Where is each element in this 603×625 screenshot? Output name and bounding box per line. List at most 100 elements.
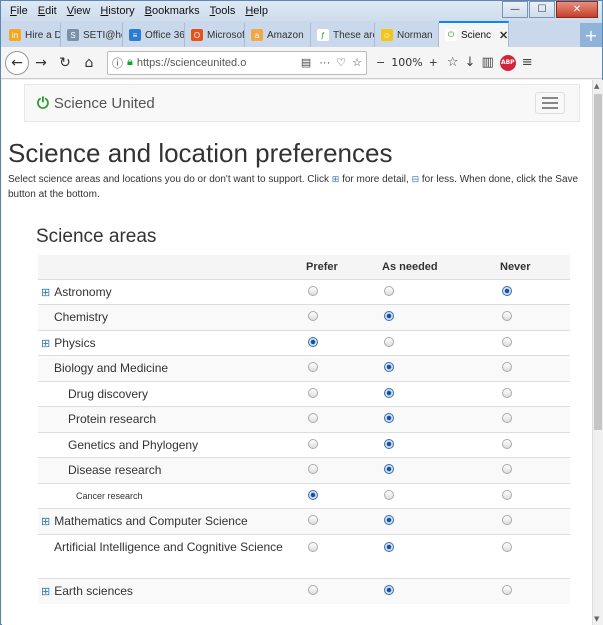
radio-prefer[interactable] (308, 489, 318, 500)
radio-never[interactable] (502, 336, 512, 347)
radio-cell-as-needed (382, 508, 500, 534)
tab-7[interactable]: ⏻ Scienc ✕ (439, 21, 509, 47)
radio-prefer[interactable] (308, 362, 318, 373)
reader-view-icon[interactable]: ▤ (301, 56, 311, 69)
home-button[interactable]: ⌂ (77, 51, 101, 75)
maximize-button[interactable]: ☐ (529, 1, 555, 18)
minimize-button[interactable]: — (502, 1, 528, 18)
radio-never[interactable] (502, 489, 512, 500)
radio-prefer[interactable] (308, 336, 318, 347)
radio-as-needed[interactable] (384, 362, 394, 373)
tab-0[interactable]: in Hire a De (3, 23, 61, 47)
radio-as-needed[interactable] (384, 515, 394, 526)
plus-square-icon[interactable]: ⊞ (41, 338, 50, 350)
info-icon[interactable]: ⓘ (112, 55, 123, 71)
tab-label: These are (333, 29, 375, 41)
pocket-icon[interactable]: ♡ (336, 56, 346, 69)
radio-prefer[interactable] (308, 311, 318, 322)
radio-cell-never (500, 577, 570, 604)
menu-file[interactable]: File (5, 5, 33, 17)
new-tab-button[interactable]: + (580, 23, 602, 47)
radio-as-needed[interactable] (384, 489, 394, 500)
radio-prefer[interactable] (308, 541, 318, 552)
menu-icon[interactable]: ≡ (522, 55, 533, 70)
radio-never[interactable] (502, 541, 512, 552)
radio-as-needed[interactable] (384, 311, 394, 322)
table-row: Protein research (38, 406, 570, 432)
radio-prefer[interactable] (308, 285, 318, 296)
radio-as-needed[interactable] (384, 336, 394, 347)
tab-favicon-icon: ƒ (317, 29, 329, 41)
bookmark-star-icon[interactable]: ☆ (352, 56, 362, 69)
close-window-button[interactable]: ✕ (556, 1, 598, 18)
radio-never[interactable] (502, 413, 512, 424)
url-text[interactable]: https://scienceunited.o (137, 57, 246, 69)
radio-prefer[interactable] (308, 464, 318, 475)
downloads-icon[interactable]: ↓ (465, 55, 476, 70)
area-name-cell[interactable]: ⊞ Physics (38, 329, 306, 356)
tab-2[interactable]: ≡ Office 36 (123, 23, 185, 47)
zoom-level[interactable]: 100% (388, 56, 425, 69)
radio-never[interactable] (502, 515, 512, 526)
radio-as-needed[interactable] (384, 585, 394, 595)
science-areas-table: Prefer As needed Never ⊞ Astronomy Chemist… (38, 255, 570, 604)
radio-prefer[interactable] (308, 387, 318, 398)
tab-1[interactable]: S SETI@ho (61, 23, 123, 47)
radio-as-needed[interactable] (384, 285, 394, 296)
forward-button[interactable]: → (29, 51, 53, 75)
radio-prefer[interactable] (308, 585, 318, 595)
radio-never[interactable] (502, 585, 512, 595)
scroll-down-icon[interactable]: ▼ (594, 615, 599, 623)
plus-square-icon[interactable]: ⊞ (41, 287, 50, 299)
scrollbar-thumb[interactable] (594, 94, 602, 430)
radio-never[interactable] (502, 387, 512, 398)
plus-square-icon[interactable]: ⊞ (41, 586, 50, 598)
area-name-cell[interactable]: ⊞ Astronomy (38, 278, 306, 305)
radio-as-needed[interactable] (384, 464, 394, 475)
radio-as-needed[interactable] (384, 413, 394, 424)
table-row: Biology and Medicine (38, 355, 570, 381)
brand-link[interactable]: ⏻ Science United (37, 95, 155, 112)
menu-view[interactable]: View (62, 5, 96, 17)
close-tab-icon[interactable]: ✕ (499, 29, 508, 42)
zoom-out-button[interactable]: − (373, 56, 388, 69)
bookmarks-menu-icon[interactable]: ☆ (447, 55, 459, 70)
radio-never[interactable] (502, 464, 512, 475)
menu-tools[interactable]: Tools (205, 5, 241, 17)
nav-toggle-button[interactable] (535, 92, 565, 114)
tab-6[interactable]: ☺ Norman (375, 23, 439, 47)
tab-4[interactable]: a Amazon (245, 23, 311, 47)
radio-cell-as-needed (382, 431, 500, 458)
radio-never[interactable] (502, 438, 512, 449)
radio-as-needed[interactable] (384, 387, 394, 398)
area-name-cell[interactable]: ⊞ Mathematics and Computer Science (38, 508, 306, 534)
tab-5[interactable]: ƒ These are (311, 23, 375, 47)
back-button[interactable]: ← (5, 50, 29, 75)
radio-prefer[interactable] (308, 515, 318, 526)
area-name-cell[interactable]: ⊞ Earth sciences (38, 577, 306, 604)
page-actions-icon[interactable]: ··· (319, 57, 330, 69)
radio-as-needed[interactable] (384, 438, 394, 449)
area-name: Earth sciences (54, 584, 133, 598)
tab-3[interactable]: O Microsoft (185, 23, 245, 47)
library-icon[interactable]: ▥ (481, 55, 493, 70)
adblock-icon[interactable]: ABP (499, 54, 516, 71)
radio-never[interactable] (502, 285, 512, 296)
vertical-scrollbar[interactable]: ▲ ▼ (592, 80, 603, 625)
radio-cell-never (500, 406, 570, 432)
menu-history[interactable]: History (95, 5, 139, 17)
scroll-up-icon[interactable]: ▲ (594, 82, 599, 90)
menu-edit[interactable]: Edit (33, 5, 62, 17)
plus-square-icon[interactable]: ⊞ (41, 516, 50, 528)
radio-prefer[interactable] (308, 438, 318, 449)
zoom-in-button[interactable]: + (426, 56, 441, 69)
radio-as-needed[interactable] (384, 541, 394, 552)
table-row: ⊞ Mathematics and Computer Science (38, 508, 570, 534)
radio-never[interactable] (502, 362, 512, 373)
reload-button[interactable]: ↻ (53, 51, 77, 75)
radio-prefer[interactable] (308, 413, 318, 424)
url-bar[interactable]: ⓘ 🔒︎ https://scienceunited.o ▤ ··· ♡ ☆ (107, 50, 367, 75)
menu-help[interactable]: Help (240, 5, 273, 17)
radio-never[interactable] (502, 311, 512, 322)
menu-bookmarks[interactable]: Bookmarks (140, 5, 205, 17)
